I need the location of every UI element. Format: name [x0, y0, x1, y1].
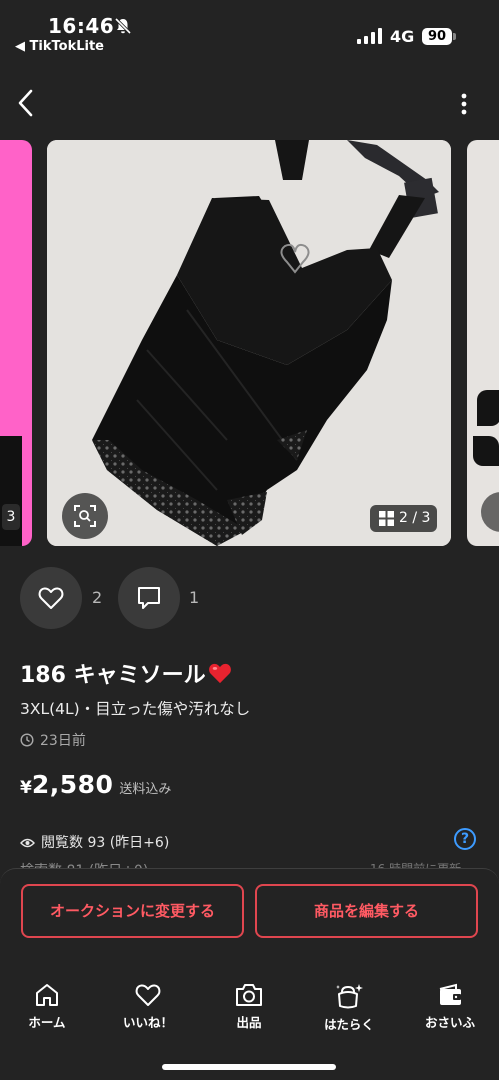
change-to-auction-button[interactable]: オークションに変更する	[21, 884, 244, 938]
eye-icon	[20, 838, 35, 848]
shipping-included: 送料込み	[119, 782, 172, 797]
image-counter-text: 2 / 3	[399, 510, 431, 526]
tab-sell-label: 出品	[236, 1015, 262, 1030]
signal-icon	[357, 28, 382, 44]
bell-off-icon	[114, 17, 132, 35]
comment-icon	[138, 587, 160, 609]
prev-image-index: 3	[2, 504, 20, 530]
tab-home[interactable]: ホーム	[12, 982, 82, 1031]
posted-time-text: 23日前	[40, 733, 86, 749]
carousel-next-image[interactable]	[467, 140, 499, 546]
home-indicator	[162, 1064, 336, 1070]
heart-icon	[135, 984, 161, 1006]
next-image-garment-lower	[473, 436, 499, 466]
comment-count: 1	[189, 588, 200, 607]
image-counter: 2 / 3	[370, 505, 437, 532]
grid-icon	[379, 511, 394, 526]
network-type: 4G	[390, 27, 415, 46]
camera-icon	[236, 984, 262, 1006]
image-search-button[interactable]	[62, 493, 108, 539]
next-image-garment	[477, 390, 499, 426]
sparkle-bag-icon	[336, 984, 363, 1009]
edit-product-button[interactable]: 商品を編集する	[255, 884, 478, 938]
home-icon	[36, 984, 58, 1006]
more-vertical-icon[interactable]	[456, 92, 472, 116]
view-stats: 閲覧数 93 (昨日+6)	[20, 832, 169, 852]
tab-wallet[interactable]: おさいふ	[415, 982, 485, 1031]
tab-likes[interactable]: いいね！	[113, 982, 183, 1031]
comment-button[interactable]	[118, 567, 180, 629]
battery-tip	[453, 33, 456, 40]
product-title: 186 キャミソール	[20, 657, 232, 690]
red-heart-emoji	[208, 662, 232, 690]
tab-sell[interactable]: 出品	[214, 982, 284, 1031]
scan-icon	[74, 505, 96, 527]
price-amount: 2,580	[31, 770, 114, 799]
price: ¥2,580 送料込み	[20, 770, 171, 799]
wallet-icon	[439, 983, 461, 1005]
heart-outline-icon	[38, 587, 64, 609]
clock-icon	[20, 733, 34, 747]
product-condition: 3XL(4L)・目立った傷や汚れなし	[20, 700, 251, 718]
tab-work-label: はたらく	[324, 1017, 374, 1032]
product-image[interactable]: 2 / 3	[47, 140, 451, 546]
battery-level: 90	[422, 28, 452, 45]
tab-home-label: ホーム	[28, 1015, 66, 1030]
status-time: 16:46	[48, 14, 115, 38]
product-title-text: 186 キャミソール	[20, 663, 206, 688]
carousel-prev-image[interactable]: 3	[0, 140, 32, 546]
camisole-photo	[47, 140, 451, 546]
status-bar: 16:46 ◀ TikTokLite 4G 90	[0, 0, 499, 62]
tab-work[interactable]: はたらく	[314, 982, 384, 1033]
next-image-search-button	[481, 492, 499, 532]
view-count-text: 閲覧数 93 (昨日+6)	[41, 835, 170, 851]
posted-time: 23日前	[20, 730, 86, 750]
tab-wallet-label: おさいふ	[424, 1015, 475, 1030]
back-arrow-icon[interactable]	[14, 86, 38, 120]
tab-likes-label: いいね！	[122, 1015, 173, 1030]
like-button[interactable]	[20, 567, 82, 629]
like-count: 2	[92, 588, 103, 607]
back-to-app-link[interactable]: ◀ TikTokLite	[15, 39, 104, 54]
help-icon[interactable]: ?	[454, 828, 476, 850]
price-currency: ¥	[20, 778, 32, 798]
